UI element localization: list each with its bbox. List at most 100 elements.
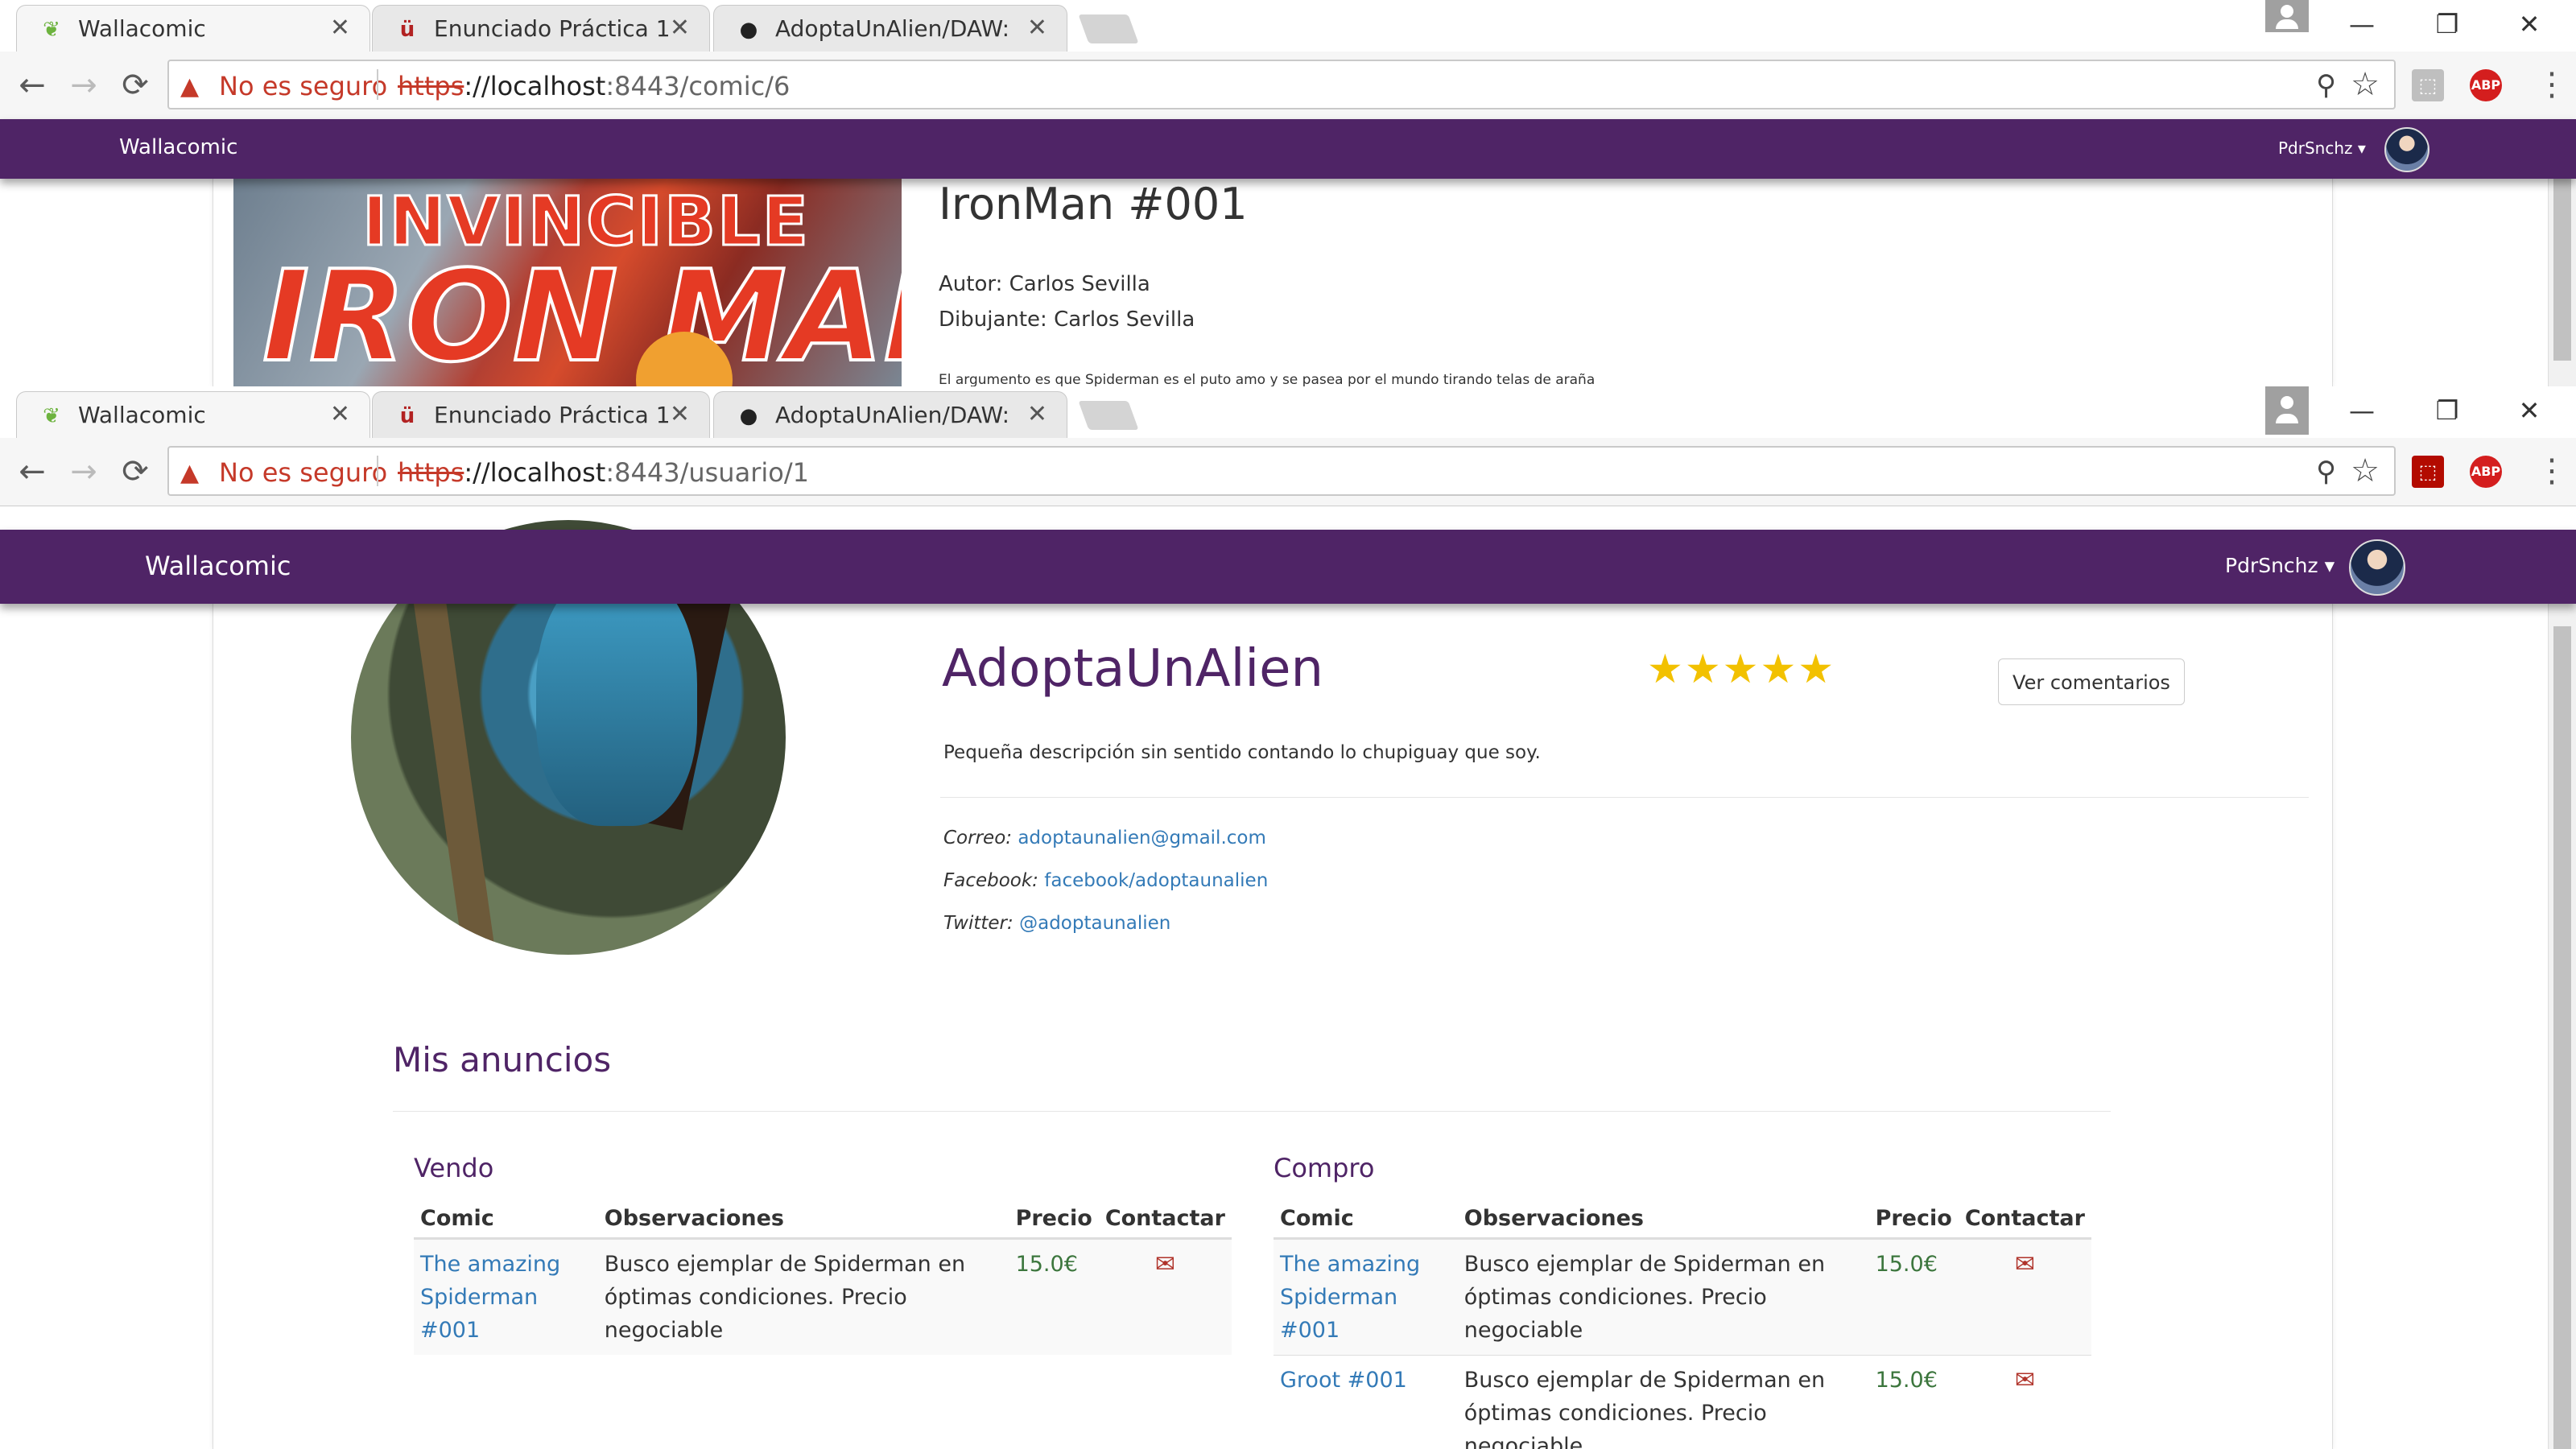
obs-cell: Busco ejemplar de Spiderman en óptimas c… (1457, 1238, 1869, 1356)
reload-icon[interactable]: ⟳ (116, 66, 155, 105)
table-row: Groot #001 Busco ejemplar de Spiderman e… (1274, 1355, 2091, 1449)
vendo-table: Comic Observaciones Precio Contactar The… (414, 1199, 1232, 1355)
close-icon[interactable]: ✕ (330, 14, 350, 42)
close-icon[interactable]: ✕ (330, 400, 350, 428)
address-bar[interactable]: ▲ No es seguro https://localhost:8443/us… (167, 446, 2396, 496)
tab-enunciado[interactable]: ü Enunciado Práctica 1 ✕ (372, 391, 710, 438)
user-avatar[interactable] (2384, 127, 2429, 172)
facebook-link[interactable]: facebook/adoptaunalien (1044, 870, 1268, 891)
minimize-icon[interactable]: — (2338, 391, 2386, 430)
comic-title: IronMan #001 (939, 179, 1248, 229)
tab-label: Wallacomic (78, 15, 206, 42)
comic-link[interactable]: The amazing Spiderman #001 (1280, 1252, 1420, 1343)
scroll-thumb[interactable] (2553, 626, 2571, 1449)
brand-link[interactable]: Wallacomic (145, 551, 291, 581)
window-close-icon[interactable]: ✕ (2505, 5, 2553, 43)
zoom-icon[interactable]: ⚲ (2316, 69, 2336, 101)
security-warning[interactable]: No es seguro (219, 457, 387, 488)
restore-icon[interactable]: ❐ (2423, 5, 2471, 43)
compro-table: Comic Observaciones Precio Contactar The… (1274, 1199, 2091, 1449)
close-icon[interactable]: ✕ (1027, 400, 1047, 428)
url-text[interactable]: https://localhost:8443/comic/6 (398, 71, 790, 101)
user-dropdown[interactable]: PdrSnchz ▾ (2278, 138, 2366, 158)
facebook-label: Facebook: (943, 870, 1038, 891)
tab-label: AdoptaUnAlien/DAW: pr (775, 15, 1009, 42)
tab-label: Enunciado Práctica 1 (434, 402, 671, 428)
profile-icon[interactable] (2265, 0, 2309, 32)
view-comments-button[interactable]: Ver comentarios (1998, 658, 2185, 705)
close-icon[interactable]: ✕ (670, 400, 690, 428)
back-icon[interactable]: ← (13, 452, 52, 491)
menu-icon[interactable]: ⋮ (2536, 66, 2568, 103)
warning-icon: ▲ (180, 72, 200, 101)
forward-icon[interactable]: → (64, 66, 103, 105)
adblock-icon[interactable]: ABP (2470, 456, 2502, 488)
rating-stars: ★★★★★ (1647, 646, 1836, 692)
menu-icon[interactable]: ⋮ (2536, 452, 2568, 489)
forward-icon[interactable]: → (64, 452, 103, 491)
comic-link[interactable]: The amazing Spiderman #001 (420, 1252, 560, 1343)
tab-github[interactable]: ● AdoptaUnAlien/DAW: pr ✕ (713, 391, 1067, 438)
user-dropdown[interactable]: PdrSnchz ▾ (2225, 554, 2334, 577)
tab-enunciado[interactable]: ü Enunciado Práctica 1 ✕ (372, 5, 710, 52)
window-close-icon[interactable]: ✕ (2505, 391, 2553, 430)
comic-dibujante: Dibujante: Carlos Sevilla (939, 308, 1195, 332)
adblock-icon[interactable]: ABP (2470, 69, 2502, 101)
url-text[interactable]: https://localhost:8443/usuario/1 (398, 457, 809, 488)
site-navbar: Wallacomic PdrSnchz ▾ (0, 119, 2576, 179)
price-cell: 15.0€ (1009, 1238, 1099, 1355)
security-warning[interactable]: No es seguro (219, 71, 387, 101)
github-icon: ● (739, 18, 758, 42)
new-tab-button[interactable] (1078, 401, 1139, 430)
mail-icon[interactable]: ✉ (1958, 1355, 2091, 1449)
tab-wallacomic[interactable]: ❦ Wallacomic ✕ (16, 5, 370, 52)
separator (377, 456, 378, 486)
comic-link[interactable]: Groot #001 (1280, 1368, 1407, 1393)
scroll-thumb[interactable] (2553, 151, 2571, 361)
col-header: Observaciones (597, 1199, 1009, 1240)
comic-cell: The amazing Spiderman #001 (414, 1238, 598, 1355)
close-icon[interactable]: ✕ (1027, 14, 1047, 42)
address-bar[interactable]: ▲ No es seguro https://localhost:8443/co… (167, 60, 2396, 109)
university-icon: ü (399, 404, 415, 428)
price-cell: 15.0€ (1868, 1238, 1959, 1356)
obs-cell: Busco ejemplar de Spiderman en óptimas c… (1457, 1355, 1869, 1449)
separator (377, 69, 378, 100)
tab-label: Enunciado Práctica 1 (434, 15, 671, 42)
comic-cell: The amazing Spiderman #001 (1274, 1238, 1458, 1356)
comic-cover-image: INVINCIBLE IRON MAN (233, 179, 902, 386)
minimize-icon[interactable]: — (2338, 5, 2386, 43)
obs-cell: Busco ejemplar de Spiderman en óptimas c… (597, 1238, 1009, 1355)
leaf-icon: ❦ (43, 18, 60, 42)
tab-github[interactable]: ● AdoptaUnAlien/DAW: pr ✕ (713, 5, 1067, 52)
profile-icon[interactable] (2265, 386, 2309, 435)
col-header: Comic (414, 1199, 598, 1240)
pdf-extension-icon[interactable]: ⬚ (2412, 456, 2444, 488)
tab-wallacomic[interactable]: ❦ Wallacomic ✕ (16, 391, 370, 438)
back-icon[interactable]: ← (13, 66, 52, 105)
tab-strip: ❦ Wallacomic ✕ ü Enunciado Práctica 1 ✕ … (0, 386, 2576, 438)
brand-link[interactable]: Wallacomic (119, 135, 237, 159)
restore-icon[interactable]: ❐ (2423, 391, 2471, 430)
browser-window-comic: ❦ Wallacomic ✕ ü Enunciado Práctica 1 ✕ … (0, 0, 2576, 386)
bookmark-star-icon[interactable]: ☆ (2351, 452, 2380, 489)
pdf-extension-icon[interactable]: ⬚ (2412, 69, 2444, 101)
mail-icon[interactable]: ✉ (1098, 1238, 1232, 1355)
profile-username: AdoptaUnAlien (942, 639, 1324, 699)
user-avatar[interactable] (2349, 539, 2405, 596)
close-icon[interactable]: ✕ (670, 14, 690, 42)
bookmark-star-icon[interactable]: ☆ (2351, 66, 2380, 103)
contact-email: Correo: adoptaunalien@gmail.com (943, 828, 1266, 848)
divider (940, 797, 2309, 798)
scrollbar[interactable]: ▲ (2548, 530, 2576, 1449)
twitter-link[interactable]: @adoptaunalien (1019, 913, 1170, 934)
new-tab-button[interactable] (1078, 14, 1139, 43)
comic-cell: Groot #001 (1274, 1355, 1458, 1449)
table-row: The amazing Spiderman #001 Busco ejempla… (414, 1238, 1232, 1355)
mail-icon[interactable]: ✉ (1958, 1238, 2091, 1356)
email-link[interactable]: adoptaunalien@gmail.com (1018, 828, 1266, 848)
vendo-heading: Vendo (414, 1153, 494, 1183)
zoom-icon[interactable]: ⚲ (2316, 456, 2336, 488)
reload-icon[interactable]: ⟳ (116, 452, 155, 491)
col-header: Contactar (1958, 1199, 2091, 1240)
